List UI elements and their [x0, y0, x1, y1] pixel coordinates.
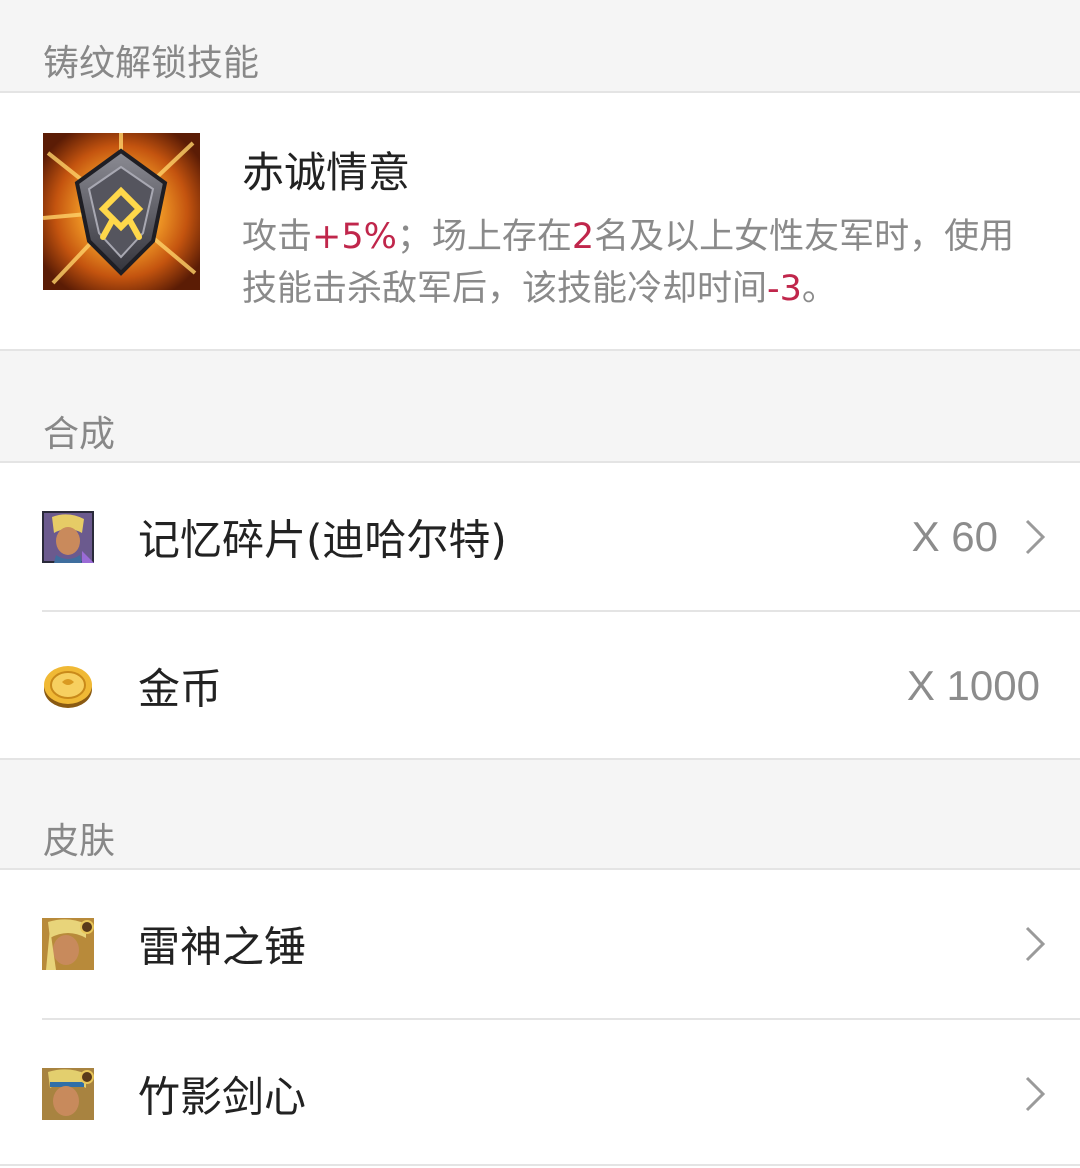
skin-section-header: 皮肤: [0, 758, 1080, 870]
desc-highlight: -3: [767, 269, 802, 309]
desc-text: ；场上存在: [396, 217, 572, 257]
item-quantity: X 60: [911, 513, 998, 560]
chevron-right-icon: [1025, 1076, 1046, 1112]
skin-item-thunder-hammer[interactable]: 雷神之锤: [0, 870, 1080, 1018]
synthesis-section-header: 合成: [0, 351, 1080, 463]
section-title: 皮肤: [43, 821, 116, 862]
section-title: 合成: [43, 414, 116, 455]
inscription-section-header: 铸纹解锁技能: [0, 0, 1080, 93]
skill-card: 赤诚情意 攻击+5%；场上存在2名及以上女性友军时，使用技能击杀敌军后，该技能冷…: [0, 93, 1080, 351]
section-title: 铸纹解锁技能: [43, 43, 260, 84]
item-name: 记忆碎片(迪哈尔特): [138, 515, 507, 565]
item-name: 金币: [138, 664, 223, 714]
skin-name: 雷神之锤: [138, 922, 307, 972]
skin-portrait-icon: [42, 1068, 94, 1120]
skill-name: 赤诚情意: [242, 148, 411, 197]
desc-highlight: 2: [571, 217, 595, 257]
desc-highlight: +5%: [312, 217, 397, 257]
chevron-right-icon: [1025, 519, 1046, 555]
divider: [0, 1164, 1080, 1166]
skin-item-bamboo-sword[interactable]: 竹影剑心: [0, 1020, 1080, 1168]
gold-coin-icon: [42, 660, 94, 712]
character-portrait-icon: [42, 511, 94, 563]
desc-text: 。: [801, 269, 837, 309]
synthesis-item-gold: 金币 X 1000: [0, 612, 1080, 760]
desc-text: 攻击: [242, 217, 313, 257]
synthesis-item-memory-shard[interactable]: 记忆碎片(迪哈尔特) X 60: [0, 463, 1080, 611]
chevron-right-icon: [1025, 926, 1046, 962]
skin-name: 竹影剑心: [138, 1072, 307, 1122]
item-quantity: X 1000: [906, 662, 1040, 709]
skin-portrait-icon: [42, 918, 94, 970]
skill-description: 攻击+5%；场上存在2名及以上女性友军时，使用技能击杀敌军后，该技能冷却时间-3…: [242, 211, 1042, 315]
inscription-rune-icon: [43, 133, 200, 290]
